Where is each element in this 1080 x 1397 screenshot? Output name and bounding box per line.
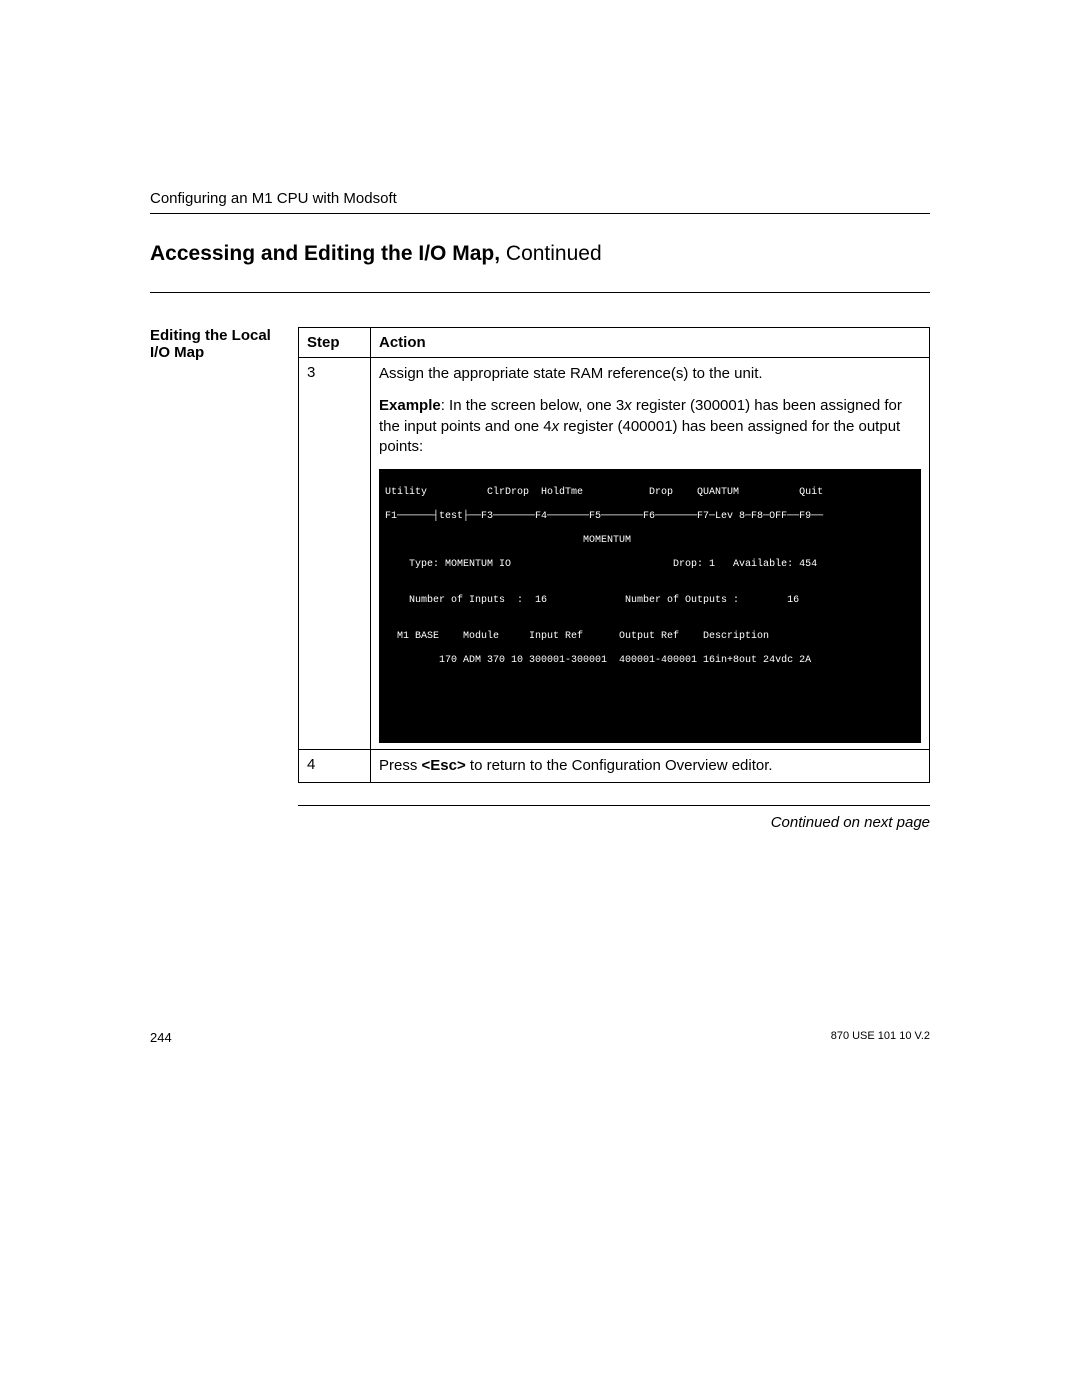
table-row: 4 Press <Esc> to return to the Configura… <box>299 750 930 783</box>
table-row: 3 Assign the appropriate state RAM refer… <box>299 358 930 750</box>
continued-next-page: Continued on next page <box>298 814 930 831</box>
action-text: Assign the appropriate state RAM referen… <box>379 364 921 384</box>
page-number: 244 <box>150 1030 172 1045</box>
key-esc: <Esc> <box>422 757 466 774</box>
content-row: Editing the Local I/O Map Step Action 3 … <box>150 327 930 831</box>
action-example: Example: In the screen below, one 3x reg… <box>379 396 921 457</box>
steps-table: Step Action 3 Assign the appropriate sta… <box>298 327 930 783</box>
terminal-screenshot: Utility ClrDrop HoldTme Drop QUANTUM Qui… <box>379 469 921 743</box>
step-number: 3 <box>299 358 371 750</box>
title-main: Accessing and Editing the I/O Map, <box>150 242 500 265</box>
terminal-line: Utility ClrDrop HoldTme Drop QUANTUM Qui… <box>385 487 915 499</box>
step-number: 4 <box>299 750 371 783</box>
section-rule <box>298 805 930 806</box>
step-action: Press <Esc> to return to the Configurati… <box>371 750 930 783</box>
header-rule <box>150 213 930 214</box>
terminal-line: F1──────┤test├──F3───────F4───────F5────… <box>385 511 915 523</box>
terminal-line: Number of Inputs : 16 Number of Outputs … <box>385 595 915 607</box>
side-label: Editing the Local I/O Map <box>150 327 298 361</box>
example-label: Example <box>379 397 441 414</box>
terminal-line: MOMENTUM <box>385 535 915 547</box>
page-footer: 244 870 USE 101 10 V.2 <box>150 1030 930 1045</box>
title-rule <box>150 292 930 293</box>
document-page: Configuring an M1 CPU with Modsoft Acces… <box>0 0 1080 831</box>
running-header: Configuring an M1 CPU with Modsoft <box>150 190 930 207</box>
terminal-line: Type: MOMENTUM IO Drop: 1 Available: 454 <box>385 559 915 571</box>
col-step: Step <box>299 328 371 358</box>
steps-table-wrap: Step Action 3 Assign the appropriate sta… <box>298 327 930 831</box>
step-action: Assign the appropriate state RAM referen… <box>371 358 930 750</box>
table-header-row: Step Action <box>299 328 930 358</box>
terminal-line: 170 ADM 370 10 300001-300001 400001-4000… <box>385 655 915 667</box>
terminal-line: M1 BASE Module Input Ref Output Ref Desc… <box>385 631 915 643</box>
title-continued: Continued <box>500 242 602 265</box>
col-action: Action <box>371 328 930 358</box>
document-id: 870 USE 101 10 V.2 <box>831 1030 930 1045</box>
action-text: Press <Esc> to return to the Configurati… <box>379 756 921 776</box>
page-title: Accessing and Editing the I/O Map, Conti… <box>150 242 930 266</box>
